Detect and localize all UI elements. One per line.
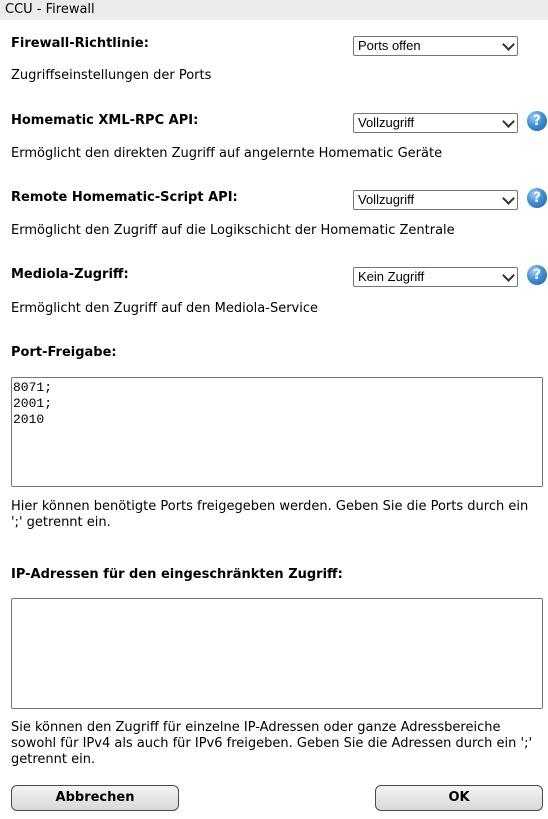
firewall-policy-value: Ports offen [358, 38, 421, 53]
script-api-description: Ermöglicht den Zugriff auf die Logikschi… [11, 223, 455, 238]
ip-restriction-textarea[interactable] [11, 598, 543, 709]
ok-button[interactable]: OK [375, 785, 543, 811]
xmlrpc-label: Homematic XML-RPC API: [11, 113, 199, 128]
ip-restriction-hint: Sie können den Zugriff für einzelne IP-A… [11, 720, 533, 767]
script-api-select[interactable]: Vollzugriff [353, 190, 518, 210]
xmlrpc-value: Vollzugriff [358, 115, 415, 130]
port-release-label: Port-Freigabe: [11, 345, 117, 360]
script-api-label: Remote Homematic-Script API: [11, 190, 238, 205]
window-title: CCU - Firewall [0, 0, 548, 20]
ip-restriction-label: IP-Adressen für den eingeschränkten Zugr… [11, 567, 343, 582]
firewall-policy-label: Firewall-Richtlinie: [11, 36, 149, 51]
mediola-description: Ermöglicht den Zugriff auf den Mediola-S… [11, 301, 318, 316]
mediola-label: Mediola-Zugriff: [11, 267, 129, 282]
firewall-policy-description: Zugriffseinstellungen der Ports [11, 68, 212, 83]
chevron-down-icon [502, 192, 515, 205]
xmlrpc-select[interactable]: Vollzugriff [353, 113, 518, 133]
firewall-policy-select[interactable]: Ports offen [353, 36, 518, 56]
script-api-value: Vollzugriff [358, 192, 415, 207]
help-icon[interactable]: ? [527, 111, 547, 131]
mediola-value: Kein Zugriff [358, 269, 425, 284]
chevron-down-icon [502, 115, 515, 128]
port-release-hint: Hier können benötigte Ports freigegeben … [11, 499, 529, 530]
chevron-down-icon [502, 38, 515, 51]
xmlrpc-description: Ermöglicht den direkten Zugriff auf ange… [11, 146, 443, 161]
mediola-select[interactable]: Kein Zugriff [353, 267, 518, 287]
chevron-down-icon [502, 269, 515, 282]
help-icon[interactable]: ? [527, 265, 547, 285]
port-release-textarea[interactable]: 8071; 2001; 2010 [11, 377, 543, 487]
cancel-button[interactable]: Abbrechen [11, 785, 179, 811]
help-icon[interactable]: ? [527, 188, 547, 208]
